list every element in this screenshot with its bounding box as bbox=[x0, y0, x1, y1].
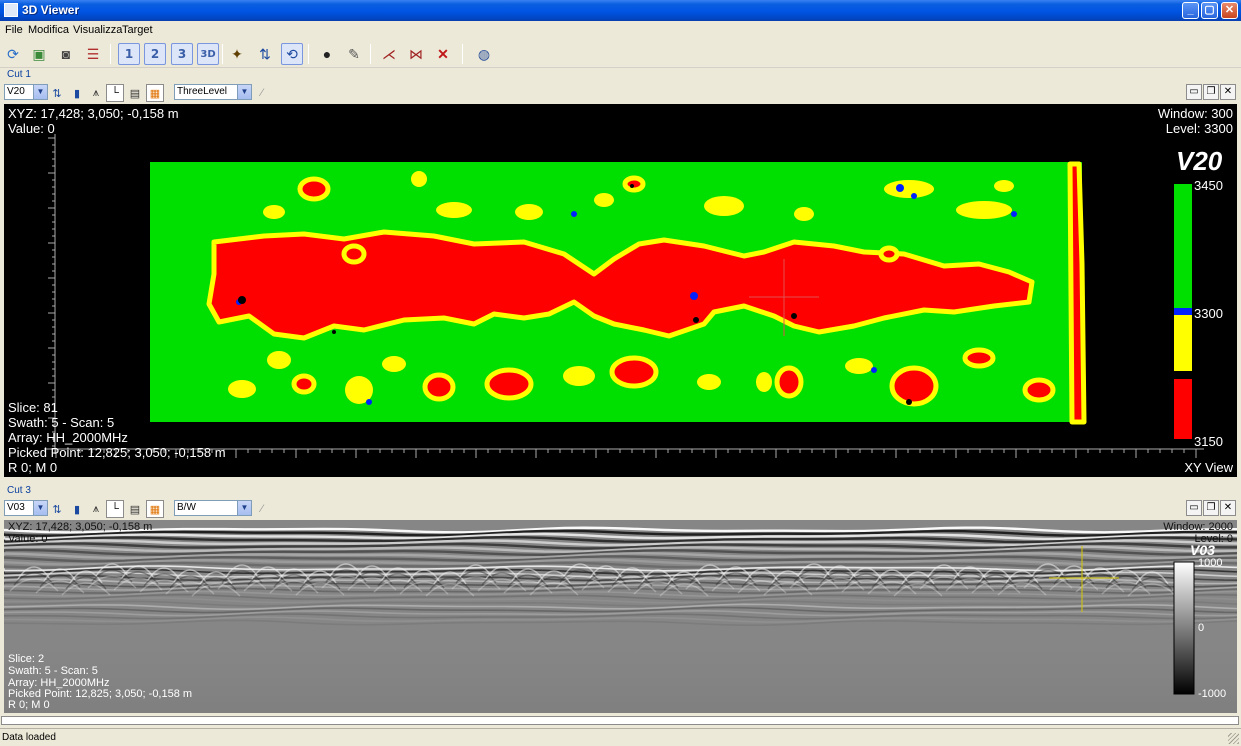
cut3-wand-icon[interactable]: ⁄ bbox=[253, 500, 271, 518]
cut1-axes-icon[interactable]: └ bbox=[106, 84, 124, 102]
cut3-rm: R 0; M 0 bbox=[8, 699, 50, 711]
cut1-palette-icon[interactable]: ▦ bbox=[146, 84, 164, 102]
cut1-picked-point: Picked Point: 12,825; 3,050; -0,158 m bbox=[8, 445, 226, 460]
globe-icon[interactable]: ◍ bbox=[473, 43, 495, 65]
maximize-button[interactable]: ▢ bbox=[1201, 2, 1218, 19]
cut1-legend-mid bbox=[1174, 315, 1192, 371]
chevron-down-icon: ▼ bbox=[237, 501, 251, 515]
tool-icon[interactable]: ✎ bbox=[343, 43, 365, 65]
cut1-slice: Slice: 81 bbox=[8, 400, 58, 415]
export-icon[interactable]: ▣ bbox=[28, 43, 50, 65]
cut3-palette-icon[interactable]: ▦ bbox=[146, 500, 164, 518]
cut3-label: Cut 3 bbox=[7, 485, 31, 496]
cut1-legend-tick-mid: 3300 bbox=[1194, 306, 1223, 321]
cut3-legend-tick-mid: 0 bbox=[1198, 622, 1205, 634]
cut1-legend-tick-low: 3150 bbox=[1194, 434, 1223, 449]
cut1-grid-icon[interactable]: ▤ bbox=[126, 84, 144, 102]
cut1-xyz: XYZ: 17,428; 3,050; -0,158 m bbox=[8, 106, 179, 121]
cut3-legend-tick-high: 1000 bbox=[1198, 557, 1223, 569]
cut1-contour-icon[interactable]: ⩚ bbox=[87, 84, 105, 102]
cut3-grid-icon[interactable]: ▤ bbox=[126, 500, 144, 518]
status-bar: Data loaded bbox=[0, 728, 1241, 746]
minimize-button[interactable]: _ bbox=[1182, 2, 1199, 19]
cut3-legend-bar bbox=[1173, 561, 1195, 695]
horizontal-scrollbar[interactable] bbox=[1, 716, 1239, 725]
menu-file[interactable]: File bbox=[5, 24, 23, 36]
cut3-restore-icon[interactable]: ❐ bbox=[1203, 500, 1219, 516]
menu-visualizza[interactable]: Visualizza bbox=[73, 24, 122, 36]
layers-icon[interactable]: ☰ bbox=[82, 43, 104, 65]
cut1-map bbox=[44, 134, 1204, 458]
cut3-xyz: XYZ: 17,428; 3,050; -0,158 m bbox=[8, 521, 153, 533]
cut3-pick-icon[interactable]: ⇅ bbox=[48, 500, 66, 518]
app-window: 3D Viewer _ ▢ ✕ File Modifica Visualizza… bbox=[0, 0, 1241, 746]
cut1-layer-select[interactable]: V20 ▼ bbox=[4, 84, 48, 100]
menu-modifica[interactable]: Modifica bbox=[28, 24, 69, 36]
window-title: 3D Viewer bbox=[22, 3, 80, 17]
polygon-icon[interactable]: ⋈ bbox=[405, 43, 427, 65]
cut3-toolbar: V03 ▼ ⇅ ▮ ⩚ └ ▤ ▦ B/W ▼ ⁄ ▭ ❐ ✕ bbox=[0, 500, 1241, 520]
picker-icon[interactable]: ⇅ bbox=[254, 43, 276, 65]
delete-icon[interactable]: ✕ bbox=[432, 43, 454, 65]
cut3-legend-title: V03 bbox=[1190, 542, 1215, 558]
cut3-radargram-view[interactable]: XYZ: 17,428; 3,050; -0,158 m Value: 0 Wi… bbox=[4, 520, 1237, 713]
cut3-radargram bbox=[4, 520, 1237, 713]
resize-grip-icon[interactable] bbox=[1228, 733, 1239, 744]
view-3-button[interactable]: 3 bbox=[171, 43, 193, 65]
cut1-view-type: XY View bbox=[1184, 460, 1233, 475]
main-toolbar: ⟳ ▣ ◙ ☰ 1 2 3 3D ✦ ⇅ ⟲ ● ✎ ⋌ ⋈ ✕ ◍ bbox=[0, 40, 1241, 68]
cut1-wand-icon[interactable]: ⁄ bbox=[253, 84, 271, 102]
cut3-window: Window: 2000 bbox=[1163, 521, 1233, 533]
close-button[interactable]: ✕ bbox=[1221, 2, 1238, 19]
chevron-down-icon: ▼ bbox=[33, 85, 47, 99]
title-bar[interactable]: 3D Viewer _ ▢ ✕ bbox=[0, 0, 1241, 21]
cut1-level: Level: 3300 bbox=[1165, 121, 1233, 136]
cut1-legend-low bbox=[1174, 379, 1192, 439]
cut1-column-icon[interactable]: ▮ bbox=[68, 84, 86, 102]
view-2-button[interactable]: 2 bbox=[144, 43, 166, 65]
chevron-down-icon: ▼ bbox=[33, 501, 47, 515]
cut3-palette-select[interactable]: B/W ▼ bbox=[174, 500, 252, 516]
refresh-icon[interactable]: ⟳ bbox=[2, 43, 24, 65]
cut1-legend-tick-high: 3450 bbox=[1194, 178, 1223, 193]
cut1-rm: R 0; M 0 bbox=[8, 460, 58, 475]
cut1-pick-icon[interactable]: ⇅ bbox=[48, 84, 66, 102]
sync-icon[interactable]: ⟲ bbox=[281, 43, 303, 65]
menu-bar: File Modifica Visualizza Target bbox=[0, 21, 1241, 39]
app-icon bbox=[4, 3, 18, 17]
cut1-xy-view[interactable]: XYZ: 17,428; 3,050; -0,158 m Value: 0 Wi… bbox=[4, 104, 1237, 477]
status-text: Data loaded bbox=[2, 732, 56, 743]
polyline-icon[interactable]: ⋌ bbox=[378, 43, 400, 65]
cut1-window: Window: 300 bbox=[1157, 106, 1233, 121]
cut1-array: Array: HH_2000MHz bbox=[8, 430, 128, 445]
cut1-palette-select[interactable]: ThreeLevel ▼ bbox=[174, 84, 252, 100]
cut1-toolbar: V20 ▼ ⇅ ▮ ⩚ └ ▤ ▦ ThreeLevel ▼ ⁄ ▭ ❐ ✕ bbox=[0, 84, 1241, 104]
cut1-label: Cut 1 bbox=[7, 69, 31, 80]
view-3d-button[interactable]: 3D bbox=[197, 43, 219, 65]
cut1-legend-title: V20 bbox=[1176, 146, 1223, 176]
cut1-swath: Swath: 5 - Scan: 5 bbox=[8, 415, 115, 430]
chevron-down-icon: ▼ bbox=[237, 85, 251, 99]
cut1-float-icon[interactable]: ▭ bbox=[1186, 84, 1202, 100]
cut3-float-icon[interactable]: ▭ bbox=[1186, 500, 1202, 516]
cut1-value: Value: 0 bbox=[8, 121, 55, 136]
cut3-axes-icon[interactable]: └ bbox=[106, 500, 124, 518]
cut3-column-icon[interactable]: ▮ bbox=[68, 500, 86, 518]
cut3-slice: Slice: 2 bbox=[8, 653, 45, 665]
view-1-button[interactable]: 1 bbox=[118, 43, 140, 65]
crosshair-icon[interactable]: ✦ bbox=[226, 43, 248, 65]
disk-icon[interactable]: ● bbox=[316, 43, 338, 65]
cut1-legend-threshold bbox=[1174, 308, 1192, 315]
cut3-swath: Swath: 5 - Scan: 5 bbox=[8, 665, 98, 677]
cut3-legend-tick-low: -1000 bbox=[1198, 688, 1227, 700]
cut3-close-icon[interactable]: ✕ bbox=[1220, 500, 1236, 516]
cut1-legend-high bbox=[1174, 184, 1192, 308]
cut3-value: Value: 0 bbox=[8, 533, 48, 545]
menu-target[interactable]: Target bbox=[122, 24, 153, 36]
cut3-layer-select[interactable]: V03 ▼ bbox=[4, 500, 48, 516]
cut1-restore-icon[interactable]: ❐ bbox=[1203, 84, 1219, 100]
cut1-close-icon[interactable]: ✕ bbox=[1220, 84, 1236, 100]
camera-icon[interactable]: ◙ bbox=[55, 43, 77, 65]
cut3-contour-icon[interactable]: ⩚ bbox=[87, 500, 105, 518]
